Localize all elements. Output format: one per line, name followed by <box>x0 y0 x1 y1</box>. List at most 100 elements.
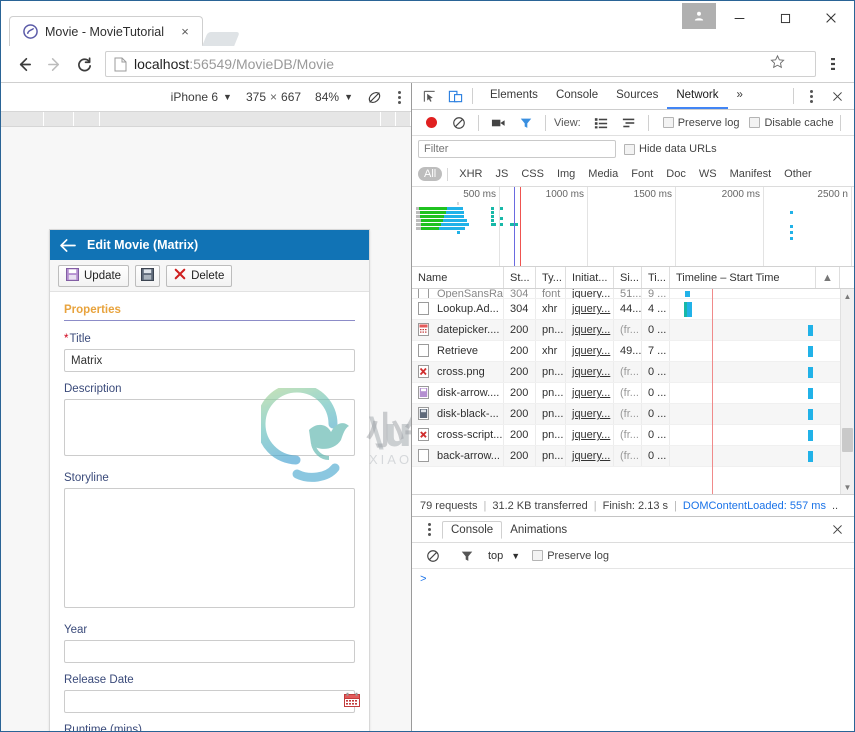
reload-button-icon[interactable] <box>69 49 99 79</box>
minimize-button[interactable] <box>716 1 762 35</box>
console-preserve-log-checkbox[interactable]: Preserve log <box>532 550 609 562</box>
table-row[interactable]: back-arrow... 200 pn... jquery... (fr...… <box>412 446 854 467</box>
column-time[interactable]: Ti... <box>642 267 670 288</box>
delete-button-label: Delete <box>191 269 225 282</box>
record-dot-icon[interactable] <box>418 111 444 135</box>
type-filter-other[interactable]: Other <box>778 167 818 181</box>
release-date-wrap <box>64 690 360 713</box>
column-initiator[interactable]: Initiat... <box>566 267 614 288</box>
column-timeline[interactable]: Timeline – Start Time <box>670 267 816 288</box>
type-filter-img[interactable]: Img <box>551 167 581 181</box>
network-overview-timeline[interactable]: 500 ms 1000 ms 1500 ms 2000 ms 2500 n <box>412 187 854 267</box>
scroll-down-icon[interactable]: ▼ <box>841 480 854 494</box>
tab-console[interactable]: Console <box>547 83 607 109</box>
url-input[interactable]: localhost:56549/MovieDB/Movie <box>105 51 816 77</box>
column-size[interactable]: Si... <box>614 267 642 288</box>
year-input[interactable] <box>64 640 355 663</box>
device-selector[interactable]: iPhone 6 ▼ <box>171 90 232 104</box>
table-row[interactable]: Retrieve 200 xhr jquery... 49... 7 ... <box>412 341 854 362</box>
type-filter-js[interactable]: JS <box>489 167 514 181</box>
devtools-menu-icon[interactable] <box>798 84 824 108</box>
network-scrollbar[interactable]: ▲ ▼ <box>840 289 854 494</box>
disable-cache-checkbox[interactable]: Disable cache <box>749 117 834 129</box>
funnel-icon[interactable] <box>513 111 539 135</box>
new-tab-button[interactable] <box>202 32 240 46</box>
type-filter-doc[interactable]: Doc <box>660 167 692 181</box>
type-filter-xhr[interactable]: XHR <box>453 167 488 181</box>
toolbar-divider <box>647 114 649 131</box>
request-size: 44... <box>614 299 642 319</box>
device-height[interactable]: 667 <box>281 90 301 104</box>
release-date-input[interactable] <box>64 690 355 713</box>
scrollbar-thumb[interactable] <box>842 428 853 452</box>
hide-data-urls-checkbox[interactable]: Hide data URLs <box>624 143 717 155</box>
chevron-down-icon[interactable]: ▼ <box>511 551 520 561</box>
save-button[interactable] <box>135 264 161 287</box>
table-row[interactable]: disk-arrow.... 200 pn... jquery... (fr..… <box>412 383 854 404</box>
back-button-icon[interactable] <box>9 49 39 79</box>
devtools-close-icon[interactable] <box>824 84 850 108</box>
zoom-selector[interactable]: 84% ▼ <box>315 90 353 104</box>
rotate-button[interactable] <box>367 90 382 105</box>
drawer-close-icon[interactable] <box>824 518 850 542</box>
calendar-icon[interactable] <box>344 692 360 708</box>
inspect-cursor-icon[interactable] <box>416 84 442 108</box>
bookmark-star-icon[interactable] <box>770 54 785 74</box>
drawer-menu-icon[interactable] <box>416 518 442 542</box>
device-toolbar-menu-icon[interactable] <box>398 90 401 104</box>
preserve-log-checkbox[interactable]: Preserve log <box>662 117 739 129</box>
device-toggle-icon[interactable] <box>442 84 468 108</box>
waterfall-view-icon[interactable] <box>616 111 642 135</box>
delete-button[interactable]: Delete <box>166 264 233 287</box>
drawer-tab-animations[interactable]: Animations <box>502 522 575 538</box>
table-row[interactable]: Lookup.Ad... 304 xhr jquery... 44... 4 .… <box>412 299 854 320</box>
clear-icon[interactable] <box>446 111 472 135</box>
camera-icon[interactable] <box>485 111 511 135</box>
type-filter-media[interactable]: Media <box>582 167 624 181</box>
devtools-tabs: Elements Console Sources Network » <box>481 83 752 109</box>
description-textarea[interactable] <box>64 399 355 456</box>
profile-icon[interactable] <box>682 3 716 29</box>
browser-menu-icon[interactable] <box>820 51 846 77</box>
console-context[interactable]: top <box>488 550 503 562</box>
update-button[interactable]: Update <box>58 264 130 287</box>
type-filter-manifest[interactable]: Manifest <box>724 167 778 181</box>
maximize-button[interactable] <box>762 1 808 35</box>
tab-sources[interactable]: Sources <box>607 83 667 109</box>
table-row[interactable]: datepicker.... 200 pn... jquery... (fr..… <box>412 320 854 341</box>
column-name[interactable]: Name <box>412 267 504 288</box>
table-row[interactable]: cross.png 200 pn... jquery... (fr... 0 .… <box>412 362 854 383</box>
view-label: View: <box>554 116 581 129</box>
filter-input[interactable] <box>418 140 616 158</box>
storyline-textarea[interactable] <box>64 488 355 608</box>
table-row[interactable]: disk-black-... 200 pn... jquery... (fr..… <box>412 404 854 425</box>
drawer-tab-console[interactable]: Console <box>442 520 503 539</box>
column-status[interactable]: St... <box>504 267 536 288</box>
tab-elements[interactable]: Elements <box>481 83 547 109</box>
title-input[interactable] <box>64 349 355 372</box>
clear-icon[interactable] <box>420 544 446 568</box>
browser-tab[interactable]: Movie - MovieTutorial × <box>9 16 204 46</box>
storyline-label: Storyline <box>64 472 109 484</box>
more-tabs-icon[interactable]: » <box>728 83 752 109</box>
tab-close-icon[interactable]: × <box>178 25 192 39</box>
console-output[interactable]: > <box>412 569 854 731</box>
forward-button-icon[interactable] <box>39 49 69 79</box>
tab-network[interactable]: Network <box>667 83 728 109</box>
type-filter-all[interactable]: All <box>418 167 443 181</box>
sort-indicator-icon[interactable]: ▲ <box>816 267 840 288</box>
type-filter-font[interactable]: Font <box>625 167 659 181</box>
scroll-up-icon[interactable]: ▲ <box>841 289 854 303</box>
close-button[interactable] <box>808 1 854 35</box>
column-type[interactable]: Ty... <box>536 267 566 288</box>
funnel-icon[interactable] <box>454 544 480 568</box>
device-width[interactable]: 375 <box>246 90 266 104</box>
field-title: *Title <box>64 333 355 372</box>
table-row[interactable]: OpenSansRail... 304 font jquery... 51...… <box>412 289 854 299</box>
type-filter-css[interactable]: CSS <box>515 167 550 181</box>
back-arrow-icon[interactable] <box>60 238 77 252</box>
list-view-icon[interactable] <box>588 111 614 135</box>
type-filter-ws[interactable]: WS <box>693 167 723 181</box>
network-request-list[interactable]: OpenSansRail... 304 font jquery... 51...… <box>412 289 854 494</box>
table-row[interactable]: cross-script... 200 pn... jquery... (fr.… <box>412 425 854 446</box>
